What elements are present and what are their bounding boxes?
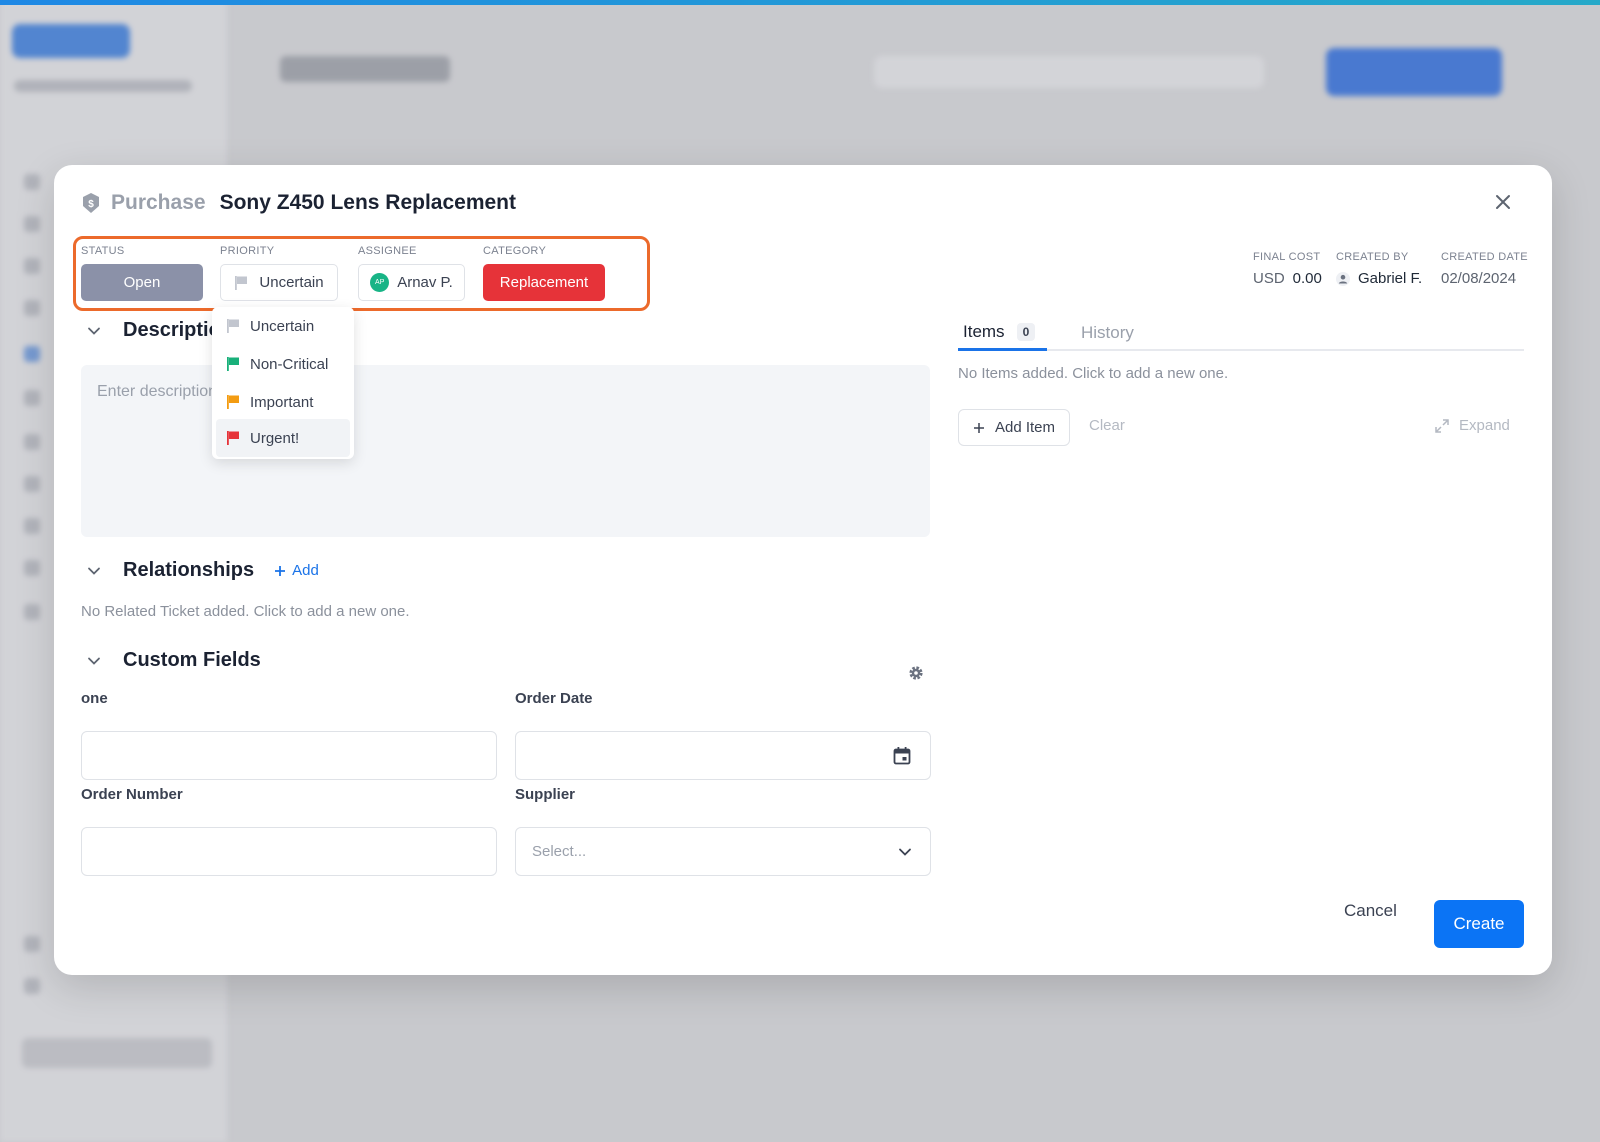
- chevron-down-icon[interactable]: [87, 654, 101, 668]
- close-icon[interactable]: [1492, 191, 1514, 213]
- relationships-header: Relationships Add: [87, 559, 319, 582]
- priority-property: PRIORITY Uncertain: [220, 245, 338, 301]
- purchase-icon: $: [83, 193, 99, 213]
- assignee-property: ASSIGNEE AP Arnav P.: [358, 245, 465, 301]
- category-label: CATEGORY: [483, 245, 547, 257]
- currency: USD: [1253, 270, 1285, 287]
- assignee-value: Arnav P.: [397, 274, 453, 291]
- purchase-modal: $ Purchase Sony Z450 Lens Replacement ST…: [54, 165, 1552, 975]
- items-empty-text[interactable]: No Items added. Click to add a new one.: [958, 365, 1228, 382]
- field-one-label: one: [81, 690, 108, 707]
- created-by: CREATED BY Gabriel F.: [1336, 251, 1422, 287]
- tab-items-label: Items: [963, 321, 1005, 341]
- description-textarea[interactable]: Enter description: [81, 365, 930, 537]
- option-label: Urgent!: [250, 429, 300, 447]
- chevron-down-icon[interactable]: [87, 324, 101, 338]
- order-number-label: Order Number: [81, 786, 183, 803]
- category-button[interactable]: Replacement: [483, 264, 605, 301]
- plus-icon: [973, 422, 984, 433]
- creator-name: Gabriel F.: [1358, 270, 1423, 287]
- top-accent-line: [0, 0, 1600, 5]
- supplier-select[interactable]: Select...: [515, 827, 931, 876]
- right-tabs: Items 0 History: [958, 315, 1524, 351]
- chevron-down-icon[interactable]: [87, 564, 101, 578]
- modal-header: $ Purchase Sony Z450 Lens Replacement: [81, 191, 516, 215]
- tab-history[interactable]: History: [1081, 315, 1134, 351]
- option-label: Non-Critical: [250, 355, 329, 373]
- flag-icon: [227, 395, 239, 409]
- flag-icon: [227, 431, 239, 445]
- expand-label: Expand: [1459, 417, 1510, 434]
- avatar: AP: [370, 273, 390, 292]
- order-date-input[interactable]: [515, 731, 931, 780]
- expand-button[interactable]: Expand: [1435, 417, 1510, 434]
- custom-fields-header[interactable]: Custom Fields: [87, 649, 261, 672]
- created-by-label: CREATED BY: [1336, 251, 1409, 263]
- created-date: CREATED DATE 02/08/2024: [1441, 251, 1528, 287]
- created-by-value: Gabriel F.: [1336, 270, 1422, 287]
- created-date-value: 02/08/2024: [1441, 270, 1517, 287]
- add-relationship-button[interactable]: Add: [274, 562, 319, 579]
- tab-items[interactable]: Items 0: [958, 315, 1047, 351]
- cancel-button[interactable]: Cancel: [1344, 901, 1397, 921]
- plus-icon: [275, 565, 286, 576]
- custom-fields-title: Custom Fields: [123, 649, 261, 671]
- flag-icon: [235, 275, 248, 290]
- add-relationship-label: Add: [292, 562, 319, 579]
- svg-text:$: $: [88, 199, 94, 210]
- calendar-icon[interactable]: [892, 746, 912, 766]
- add-item-label: Add Item: [994, 419, 1056, 436]
- items-count-badge: 0: [1016, 322, 1036, 341]
- category-property: CATEGORY Replacement: [483, 245, 605, 301]
- chevron-down-icon: [899, 848, 911, 856]
- priority-option-urgent[interactable]: Urgent!: [216, 419, 350, 457]
- create-button[interactable]: Create: [1434, 900, 1524, 948]
- expand-icon: [1435, 418, 1449, 433]
- flag-icon: [227, 357, 239, 371]
- gear-icon[interactable]: [907, 664, 925, 682]
- amount: 0.00: [1292, 270, 1322, 287]
- modal-title: Sony Z450 Lens Replacement: [219, 191, 517, 214]
- priority-option-non-critical[interactable]: Non-Critical: [216, 345, 350, 383]
- order-number-input[interactable]: [81, 827, 497, 876]
- supplier-label: Supplier: [515, 786, 576, 803]
- created-date-label: CREATED DATE: [1441, 251, 1528, 263]
- priority-value: Uncertain: [259, 274, 324, 291]
- option-label: Important: [250, 393, 314, 411]
- priority-label: PRIORITY: [220, 245, 275, 257]
- priority-button[interactable]: Uncertain: [220, 264, 338, 301]
- relationships-empty-text[interactable]: No Related Ticket added. Click to add a …: [81, 603, 410, 620]
- priority-option-uncertain[interactable]: Uncertain: [216, 307, 350, 345]
- assignee-label: ASSIGNEE: [358, 245, 417, 257]
- priority-dropdown: Uncertain Non-Critical Important Urgent!: [212, 307, 354, 459]
- status-label: STATUS: [81, 245, 125, 257]
- final-cost-value: USD 0.00: [1253, 270, 1322, 287]
- modal-type-label: Purchase: [111, 191, 206, 214]
- add-item-button[interactable]: Add Item: [958, 409, 1070, 446]
- person-icon: [1336, 271, 1350, 286]
- flag-icon: [227, 319, 239, 333]
- final-cost: FINAL COST USD 0.00: [1253, 251, 1322, 287]
- final-cost-label: FINAL COST: [1253, 251, 1321, 263]
- option-label: Uncertain: [250, 317, 315, 335]
- priority-option-important[interactable]: Important: [216, 383, 350, 421]
- status-button[interactable]: Open: [81, 264, 203, 301]
- field-one-input[interactable]: [81, 731, 497, 780]
- clear-button[interactable]: Clear: [1089, 417, 1125, 434]
- supplier-placeholder: Select...: [532, 843, 587, 860]
- status-property: STATUS Open: [81, 245, 203, 301]
- relationships-title: Relationships: [123, 559, 255, 581]
- assignee-button[interactable]: AP Arnav P.: [358, 264, 465, 301]
- order-date-label: Order Date: [515, 690, 593, 707]
